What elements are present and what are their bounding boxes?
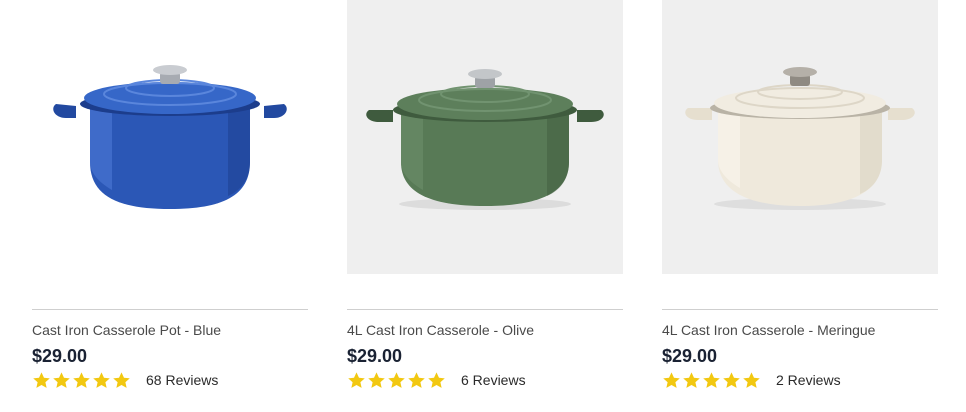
star-icon: [703, 371, 720, 388]
product-price: $29.00: [662, 346, 718, 366]
star-icon: [73, 371, 90, 388]
star-icon: [33, 371, 50, 388]
olive-casserole-pot-image: [366, 69, 604, 210]
star-rating: [32, 371, 131, 390]
star-icon: [388, 371, 405, 388]
star-rating: [347, 371, 446, 390]
product-card[interactable]: 4L Cast Iron Casserole - Olive $29.00 6 …: [347, 0, 623, 412]
star-rating: [662, 371, 761, 390]
product-rating: 6 Reviews: [347, 369, 526, 391]
star-icon: [663, 371, 680, 388]
meringue-casserole-pot-image: [685, 67, 915, 210]
star-icon: [428, 371, 445, 388]
divider: [662, 309, 938, 310]
product-title[interactable]: Cast Iron Casserole Pot - Blue: [32, 322, 308, 338]
product-title[interactable]: 4L Cast Iron Casserole - Olive: [347, 322, 623, 338]
review-count-link[interactable]: 6 Reviews: [461, 372, 526, 388]
star-icon: [723, 371, 740, 388]
product-price: $29.00: [32, 346, 88, 366]
product-card[interactable]: 4L Cast Iron Casserole - Meringue $29.00…: [662, 0, 938, 412]
product-rating: 68 Reviews: [32, 369, 218, 391]
product-image[interactable]: [32, 0, 308, 274]
blue-casserole-pot-image: [53, 65, 287, 209]
review-count-link[interactable]: 68 Reviews: [146, 372, 218, 388]
product-image[interactable]: [347, 0, 623, 274]
divider: [347, 309, 623, 310]
star-icon: [743, 371, 760, 388]
review-count-link[interactable]: 2 Reviews: [776, 372, 841, 388]
divider: [32, 309, 308, 310]
product-title[interactable]: 4L Cast Iron Casserole - Meringue: [662, 322, 938, 338]
star-icon: [113, 371, 130, 388]
star-icon: [683, 371, 700, 388]
product-image[interactable]: [662, 0, 938, 274]
star-icon: [348, 371, 365, 388]
star-icon: [53, 371, 70, 388]
product-price: $29.00: [347, 346, 403, 366]
product-card[interactable]: Cast Iron Casserole Pot - Blue $29.00 68…: [32, 0, 308, 412]
product-rating: 2 Reviews: [662, 369, 841, 391]
star-icon: [368, 371, 385, 388]
star-icon: [93, 371, 110, 388]
star-icon: [408, 371, 425, 388]
